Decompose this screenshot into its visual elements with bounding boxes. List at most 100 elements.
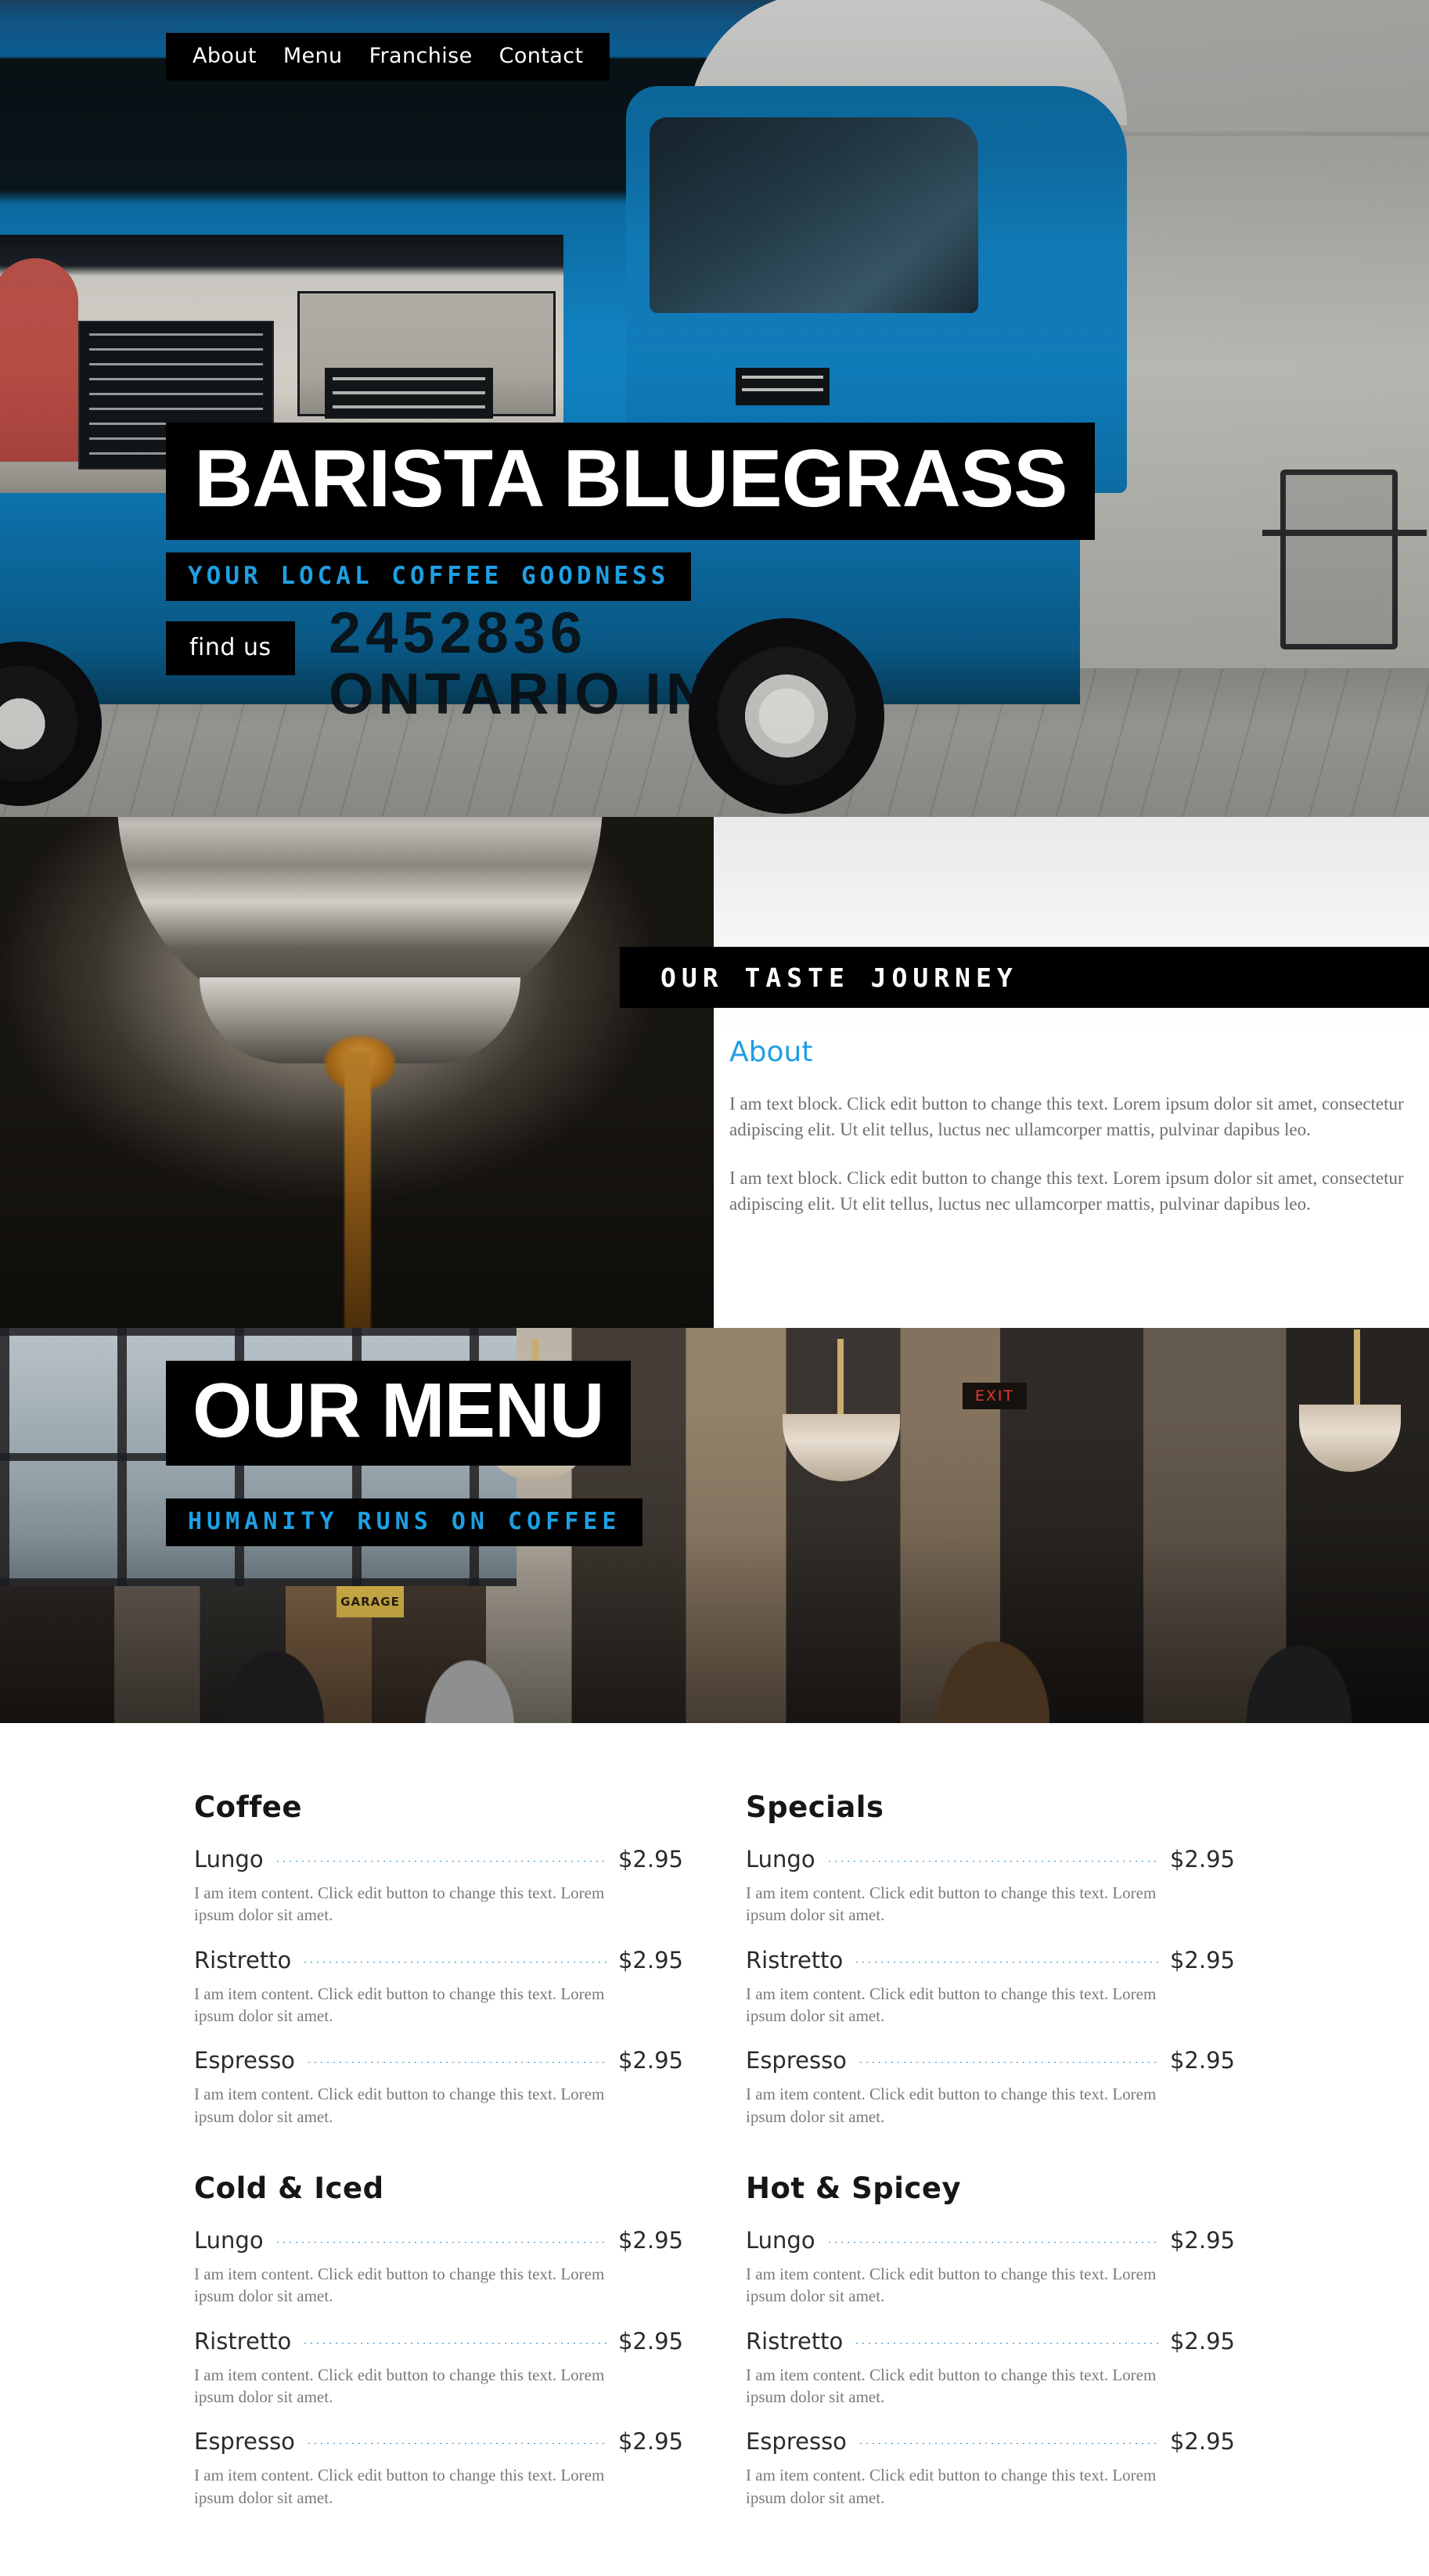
menu-item-name: Espresso bbox=[746, 2428, 847, 2455]
menu-banner-section: EXIT GARAGE OUR MENU HUMANITY RUNS ON CO… bbox=[0, 1328, 1429, 1723]
menu-item: Espresso $2.95 I am item content. Click ed… bbox=[746, 2047, 1235, 2128]
menu-item-name: Espresso bbox=[194, 2047, 295, 2074]
find-us-button[interactable]: find us bbox=[166, 621, 295, 675]
menu-item: Lungo $2.95 I am item content. Click edit … bbox=[746, 1846, 1235, 1927]
menu-item-price: $2.95 bbox=[1169, 2428, 1235, 2455]
nav-item-franchise[interactable]: Franchise bbox=[369, 44, 473, 68]
menu-grid: Coffee Lungo $2.95 I am item content. Click… bbox=[194, 1790, 1235, 2529]
menu-banner-subtitle: HUMANITY RUNS ON COFFEE bbox=[166, 1498, 643, 1546]
menu-item-name: Ristretto bbox=[194, 1946, 292, 1973]
menu-item-leader-dots bbox=[305, 2062, 607, 2063]
nav-item-menu[interactable]: Menu bbox=[283, 44, 343, 68]
menu-category-title: Cold & Iced bbox=[194, 2171, 384, 2206]
menu-banner-title: OUR MENU bbox=[166, 1361, 631, 1466]
menu-item-leader-dots bbox=[854, 1961, 1159, 1963]
menu-item-description: I am item content. Click edit button to … bbox=[194, 2265, 605, 2306]
menu-item-leader-dots bbox=[302, 1961, 607, 1963]
hero-section: 2452836ONTARIO INC. About Menu Franchise… bbox=[0, 0, 1429, 817]
about-text-block: About I am text block. Click edit button… bbox=[729, 1036, 1418, 1241]
menu-item-leader-dots bbox=[305, 2443, 607, 2445]
hero-content: BARISTA BLUEGRASS YOUR LOCAL COFFEE GOOD… bbox=[0, 0, 1429, 817]
menu-item-line: Ristretto $2.95 bbox=[746, 2328, 1235, 2355]
menu-item-line: Espresso $2.95 bbox=[746, 2047, 1235, 2074]
menu-item-description: I am item content. Click edit button to … bbox=[746, 1984, 1157, 2026]
menu-item-leader-dots bbox=[857, 2062, 1159, 2063]
menu-item-description: I am item content. Click edit button to … bbox=[746, 2085, 1157, 2126]
menu-item-leader-dots bbox=[826, 1861, 1159, 1862]
menu-item-description: I am item content. Click edit button to … bbox=[194, 2085, 605, 2126]
menu-item-description: I am item content. Click edit button to … bbox=[194, 1984, 605, 2026]
menu-item-price: $2.95 bbox=[1169, 1846, 1235, 1873]
cafe-patrons bbox=[0, 1535, 1429, 1723]
menu-item-name: Ristretto bbox=[194, 2327, 292, 2355]
taste-journey-title: OUR TASTE JOURNEY bbox=[661, 962, 1018, 993]
nav-item-about[interactable]: About bbox=[193, 44, 257, 68]
menu-category: Hot & Spicey Lungo $2.95 I am item content.… bbox=[746, 2171, 1235, 2509]
menu-item-price: $2.95 bbox=[1169, 2047, 1235, 2074]
nav-item-contact[interactable]: Contact bbox=[499, 44, 584, 68]
menu-item: Ristretto $2.95 I am item content. Click e… bbox=[746, 1947, 1235, 2027]
menu-item-price: $2.95 bbox=[1169, 2227, 1235, 2254]
about-section: OUR TASTE JOURNEY About I am text block.… bbox=[0, 817, 1429, 1328]
menu-item-leader-dots bbox=[826, 2242, 1159, 2243]
hero-subtitle: YOUR LOCAL COFFEE GOODNESS bbox=[166, 552, 692, 601]
menu-item: Espresso $2.95 I am item content. Click ed… bbox=[194, 2428, 683, 2509]
menu-item-name: Espresso bbox=[746, 2047, 847, 2074]
menu-item-line: Lungo $2.95 bbox=[746, 2227, 1235, 2254]
menu-item-name: Lungo bbox=[746, 2227, 815, 2254]
menu-item-price: $2.95 bbox=[617, 2227, 683, 2254]
menu-category-title: Specials bbox=[746, 1790, 884, 1824]
menu-item-price: $2.95 bbox=[617, 2327, 683, 2355]
menu-item-line: Espresso $2.95 bbox=[746, 2428, 1235, 2455]
menu-item-line: Lungo $2.95 bbox=[746, 1846, 1235, 1873]
menu-item-leader-dots bbox=[302, 2342, 607, 2344]
menu-item-description: I am item content. Click edit button to … bbox=[746, 2265, 1157, 2306]
menu-item: Lungo $2.95 I am item content. Click edit … bbox=[194, 1846, 683, 1927]
menu-category: Coffee Lungo $2.95 I am item content. Click… bbox=[194, 1790, 683, 2128]
menu-item-price: $2.95 bbox=[617, 1946, 683, 1973]
menu-item: Lungo $2.95 I am item content. Click edit … bbox=[194, 2227, 683, 2308]
menu-item-name: Espresso bbox=[194, 2428, 295, 2455]
menu-item-description: I am item content. Click edit button to … bbox=[746, 1883, 1157, 1925]
menu-item-description: I am item content. Click edit button to … bbox=[746, 2365, 1157, 2407]
hero-title: BARISTA BLUEGRASS bbox=[166, 423, 1096, 540]
menu-item-line: Lungo $2.95 bbox=[194, 1846, 683, 1873]
about-paragraph-1: I am text block. Click edit button to ch… bbox=[729, 1094, 1404, 1139]
menu-item-name: Ristretto bbox=[746, 2327, 844, 2355]
menu-item-leader-dots bbox=[274, 1861, 607, 1862]
menu-item-leader-dots bbox=[854, 2342, 1159, 2344]
menu-category: Specials Lungo $2.95 I am item content. Cli… bbox=[746, 1790, 1235, 2128]
taste-journey-banner: OUR TASTE JOURNEY bbox=[620, 947, 1429, 1008]
menu-item-line: Espresso $2.95 bbox=[194, 2047, 683, 2074]
menu-item: Espresso $2.95 I am item content. Click ed… bbox=[194, 2047, 683, 2128]
menu-item: Lungo $2.95 I am item content. Click edit … bbox=[746, 2227, 1235, 2308]
about-paragraph-2: I am text block. Click edit button to ch… bbox=[729, 1168, 1404, 1214]
menu-item-description: I am item content. Click edit button to … bbox=[194, 1883, 605, 1925]
menu-item-leader-dots bbox=[274, 2242, 607, 2243]
menu-item-line: Ristretto $2.95 bbox=[194, 2328, 683, 2355]
photo-vignette bbox=[0, 817, 714, 1328]
menu-item-price: $2.95 bbox=[617, 2428, 683, 2455]
menu-item: Ristretto $2.95 I am item content. Click e… bbox=[194, 1947, 683, 2027]
main-navigation[interactable]: About Menu Franchise Contact bbox=[166, 33, 610, 81]
menu-item: Ristretto $2.95 I am item content. Click e… bbox=[194, 2328, 683, 2409]
menu-item-line: Ristretto $2.95 bbox=[746, 1947, 1235, 1973]
menu-item-description: I am item content. Click edit button to … bbox=[194, 2466, 605, 2507]
exit-sign: EXIT bbox=[963, 1383, 1027, 1409]
menu-item-name: Lungo bbox=[194, 2227, 264, 2254]
menu-category-title: Coffee bbox=[194, 1790, 302, 1824]
menu-category: Cold & Iced Lungo $2.95 I am item content. … bbox=[194, 2171, 683, 2509]
menu-column-left: Coffee Lungo $2.95 I am item content. Click… bbox=[194, 1790, 683, 2529]
menu-category-title: Hot & Spicey bbox=[746, 2171, 962, 2206]
menu-item-description: I am item content. Click edit button to … bbox=[746, 2466, 1157, 2507]
menu-item-line: Espresso $2.95 bbox=[194, 2428, 683, 2455]
menu-item-leader-dots bbox=[857, 2443, 1159, 2445]
menu-item-name: Lungo bbox=[746, 1846, 815, 1873]
menu-item-price: $2.95 bbox=[617, 1846, 683, 1873]
menu-item-price: $2.95 bbox=[617, 2047, 683, 2074]
menu-item-description: I am item content. Click edit button to … bbox=[194, 2365, 605, 2407]
menu-item-name: Lungo bbox=[194, 1846, 264, 1873]
menu-item-name: Ristretto bbox=[746, 1946, 844, 1973]
menu-item-line: Lungo $2.95 bbox=[194, 2227, 683, 2254]
menu-column-right: Specials Lungo $2.95 I am item content. Cli… bbox=[746, 1790, 1235, 2529]
